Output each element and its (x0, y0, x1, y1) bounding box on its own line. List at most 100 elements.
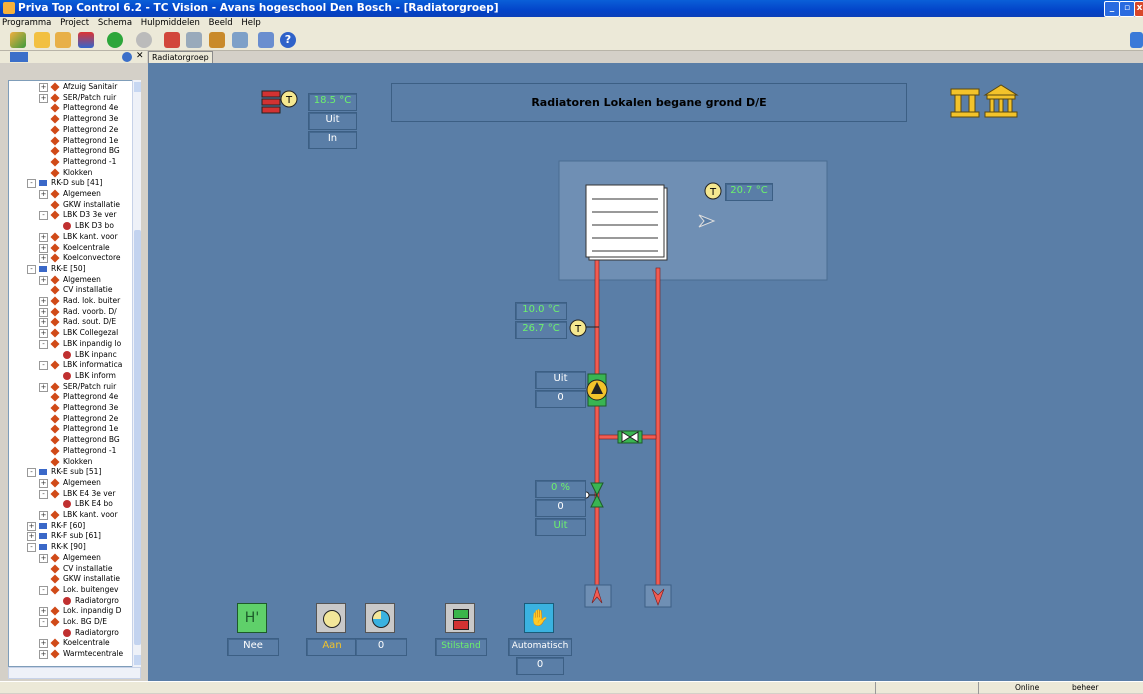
tree-hscrollbar[interactable] (8, 667, 141, 679)
valve-value[interactable]: 0 (535, 499, 586, 517)
tree-item-label: Warmtecentrale (63, 649, 124, 659)
pie-clock-icon (372, 610, 390, 628)
expand-icon[interactable]: + (39, 275, 48, 285)
menu-help[interactable]: Help (241, 18, 260, 28)
section-icon (50, 232, 60, 242)
tree-item-label: Rad. voorb. D/ (63, 306, 117, 316)
expand-icon[interactable]: + (39, 607, 48, 617)
help-icon[interactable]: ? (280, 32, 296, 48)
menu-beeld[interactable]: Beeld (209, 18, 233, 28)
expand-icon[interactable]: + (39, 232, 48, 242)
expand-icon[interactable]: + (27, 521, 36, 531)
tree-item-label: LBK D3 bo (75, 221, 114, 231)
section-icon (50, 510, 60, 520)
tools-icon[interactable] (209, 32, 225, 48)
collapse-icon[interactable]: - (39, 211, 48, 221)
window-icon[interactable] (232, 32, 248, 48)
expand-icon[interactable]: + (39, 307, 48, 317)
collapse-icon[interactable]: - (39, 618, 48, 627)
back-icon[interactable] (107, 32, 123, 48)
menu-project[interactable]: Project (60, 18, 89, 28)
outdoor-status-value[interactable]: Uit (308, 112, 357, 130)
collapse-icon[interactable]: - (27, 543, 36, 553)
expand-icon[interactable]: + (39, 553, 48, 563)
collapse-icon[interactable]: - (39, 489, 48, 499)
tree-tools-icon[interactable] (10, 52, 28, 62)
flag-icon[interactable] (78, 32, 94, 48)
section-icon (50, 414, 60, 424)
state-button[interactable] (445, 603, 475, 633)
menu-hulpmiddelen[interactable]: Hulpmiddelen (141, 18, 200, 28)
mode-number-value[interactable]: 0 (516, 657, 564, 675)
close-button[interactable]: x (1134, 1, 1143, 17)
scroll-down-button[interactable] (134, 655, 141, 665)
people-icon[interactable] (34, 32, 50, 48)
collapse-icon[interactable]: - (39, 339, 48, 349)
manual-switch-button[interactable]: H' (237, 603, 267, 633)
tree-up-icon[interactable] (10, 32, 26, 48)
tree-item-label: RK-K [90] (51, 542, 86, 552)
expand-icon[interactable]: + (39, 254, 48, 264)
corner-app-icon[interactable] (1130, 32, 1143, 48)
mode-button[interactable]: ✋ (524, 603, 554, 633)
room-temp-value[interactable]: 20.7 °C (725, 183, 773, 201)
menu-programma[interactable]: Programma (2, 18, 51, 28)
expand-icon[interactable]: + (39, 318, 48, 328)
print-icon[interactable] (258, 32, 274, 48)
manual-value[interactable]: Nee (227, 638, 279, 656)
tree-scrollbar[interactable] (132, 80, 141, 667)
mode-value[interactable]: Automatisch (508, 638, 572, 656)
clock-button[interactable] (316, 603, 346, 633)
expand-icon[interactable]: + (39, 190, 48, 199)
scroll-thumb[interactable] (134, 230, 141, 645)
expand-icon[interactable]: + (39, 511, 48, 520)
expand-icon[interactable]: + (39, 382, 48, 392)
outdoor-temp-value[interactable]: 18.5 °C (308, 93, 357, 111)
forward-icon[interactable] (136, 32, 152, 48)
tab-radiatorgroep[interactable]: Radiatorgroep (148, 51, 213, 63)
schedule-value[interactable]: 0 (355, 638, 407, 656)
state-red-icon (453, 620, 469, 630)
collapse-icon[interactable]: - (39, 585, 48, 595)
supply-setpoint-value[interactable]: 10.0 °C (515, 302, 567, 320)
expand-icon[interactable]: + (39, 93, 48, 103)
toolbar: ? (0, 29, 1143, 51)
expand-icon[interactable]: + (39, 297, 48, 306)
expand-icon[interactable]: + (39, 478, 48, 488)
valve-position-value[interactable]: 0 % (535, 480, 586, 498)
supply-sensor-icon: T (569, 319, 587, 337)
tree-item-label: Algemeen (63, 477, 101, 487)
expand-icon[interactable]: + (27, 532, 36, 542)
schedule-button[interactable] (365, 603, 395, 633)
expand-icon[interactable]: + (39, 639, 48, 649)
collapse-icon[interactable]: - (27, 179, 36, 189)
expand-icon[interactable]: + (39, 650, 48, 660)
pane-help-icon[interactable] (122, 52, 132, 62)
section-icon (50, 339, 60, 349)
outdoor-mode-value[interactable]: In (308, 131, 357, 149)
clock-value[interactable]: Aan (306, 638, 358, 656)
collapse-icon[interactable]: - (39, 361, 48, 371)
expand-icon[interactable]: + (39, 83, 48, 92)
home-icon[interactable] (164, 32, 180, 48)
status-user: beheer (1072, 683, 1099, 692)
app-icon (3, 2, 15, 14)
group-icon[interactable] (55, 32, 71, 48)
supply-actual-value[interactable]: 26.7 °C (515, 321, 567, 339)
building-icon[interactable] (186, 32, 202, 48)
menu-schema[interactable]: Schema (98, 18, 132, 28)
minimize-button[interactable]: _ (1104, 1, 1120, 17)
tree-item-label: Plattegrond -1 (63, 156, 117, 166)
valve-status-value[interactable]: Uit (535, 518, 586, 536)
maximize-button[interactable]: ▫ (1119, 1, 1135, 17)
pane-close-icon[interactable]: ✕ (136, 51, 144, 61)
collapse-icon[interactable]: - (27, 468, 36, 478)
pump-value[interactable]: 0 (535, 390, 586, 408)
collapse-icon[interactable]: - (27, 264, 36, 274)
status-bar: Online beheer (0, 681, 1143, 694)
state-value[interactable]: Stilstand (435, 638, 487, 656)
expand-icon[interactable]: + (39, 243, 48, 253)
expand-icon[interactable]: + (39, 329, 48, 339)
pump-status-value[interactable]: Uit (535, 371, 586, 389)
scroll-up-button[interactable] (134, 82, 141, 92)
